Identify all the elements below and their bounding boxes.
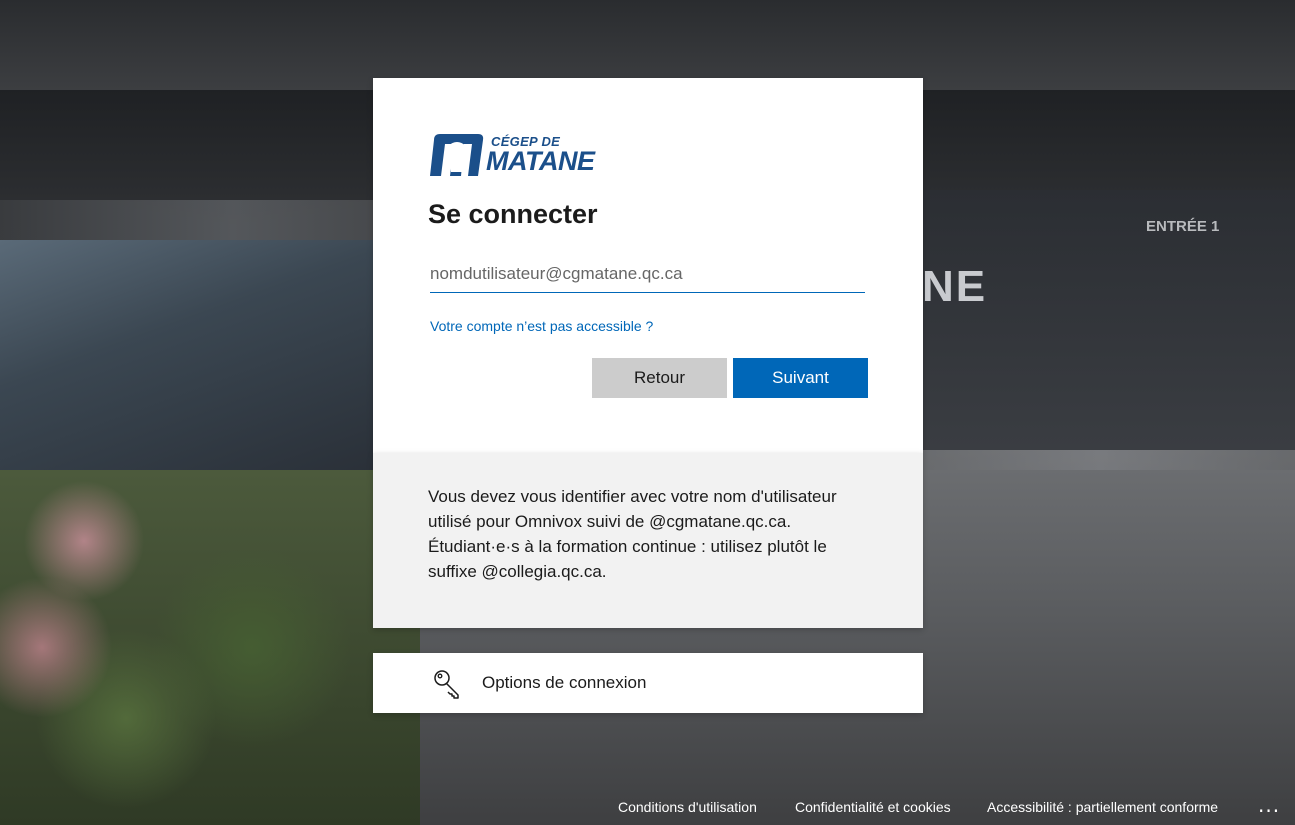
cegep-matane-logo: CÉGEP DE MATANE (428, 130, 598, 180)
building-windows (0, 240, 380, 470)
email-field[interactable] (430, 256, 865, 293)
building-wall (920, 190, 1295, 450)
accessibility-link[interactable]: Accessibilité : partiellement conforme (987, 799, 1218, 815)
terms-link[interactable]: Conditions d'utilisation (618, 799, 757, 815)
signin-card: CÉGEP DE MATANE Se connecter Votre compt… (373, 78, 923, 453)
building-roof (0, 0, 1295, 90)
privacy-link[interactable]: Confidentialité et cookies (795, 799, 951, 815)
key-icon (434, 670, 459, 699)
logo-line2: MATANE (486, 146, 595, 176)
logo-mark-icon (430, 134, 484, 176)
more-options-icon[interactable]: ... (1258, 793, 1280, 817)
info-panel: Vous devez vous identifier avec votre no… (373, 453, 923, 628)
signin-options-label: Options de connexion (482, 673, 647, 692)
footer: Conditions d'utilisation Confidentialité… (0, 793, 1295, 819)
page-title: Se connecter (428, 199, 598, 229)
building-sign: NE (922, 262, 988, 311)
account-inaccessible-link[interactable]: Votre compte n’est pas accessible ? (430, 318, 653, 334)
flower-bed (0, 470, 420, 825)
info-text: Vous devez vous identifier avec votre no… (428, 487, 837, 581)
back-button[interactable]: Retour (592, 358, 727, 398)
entrance-sign: ENTRÉE 1 (1146, 218, 1220, 235)
signin-options-button[interactable]: Options de connexion (373, 653, 923, 713)
next-button[interactable]: Suivant (733, 358, 868, 398)
